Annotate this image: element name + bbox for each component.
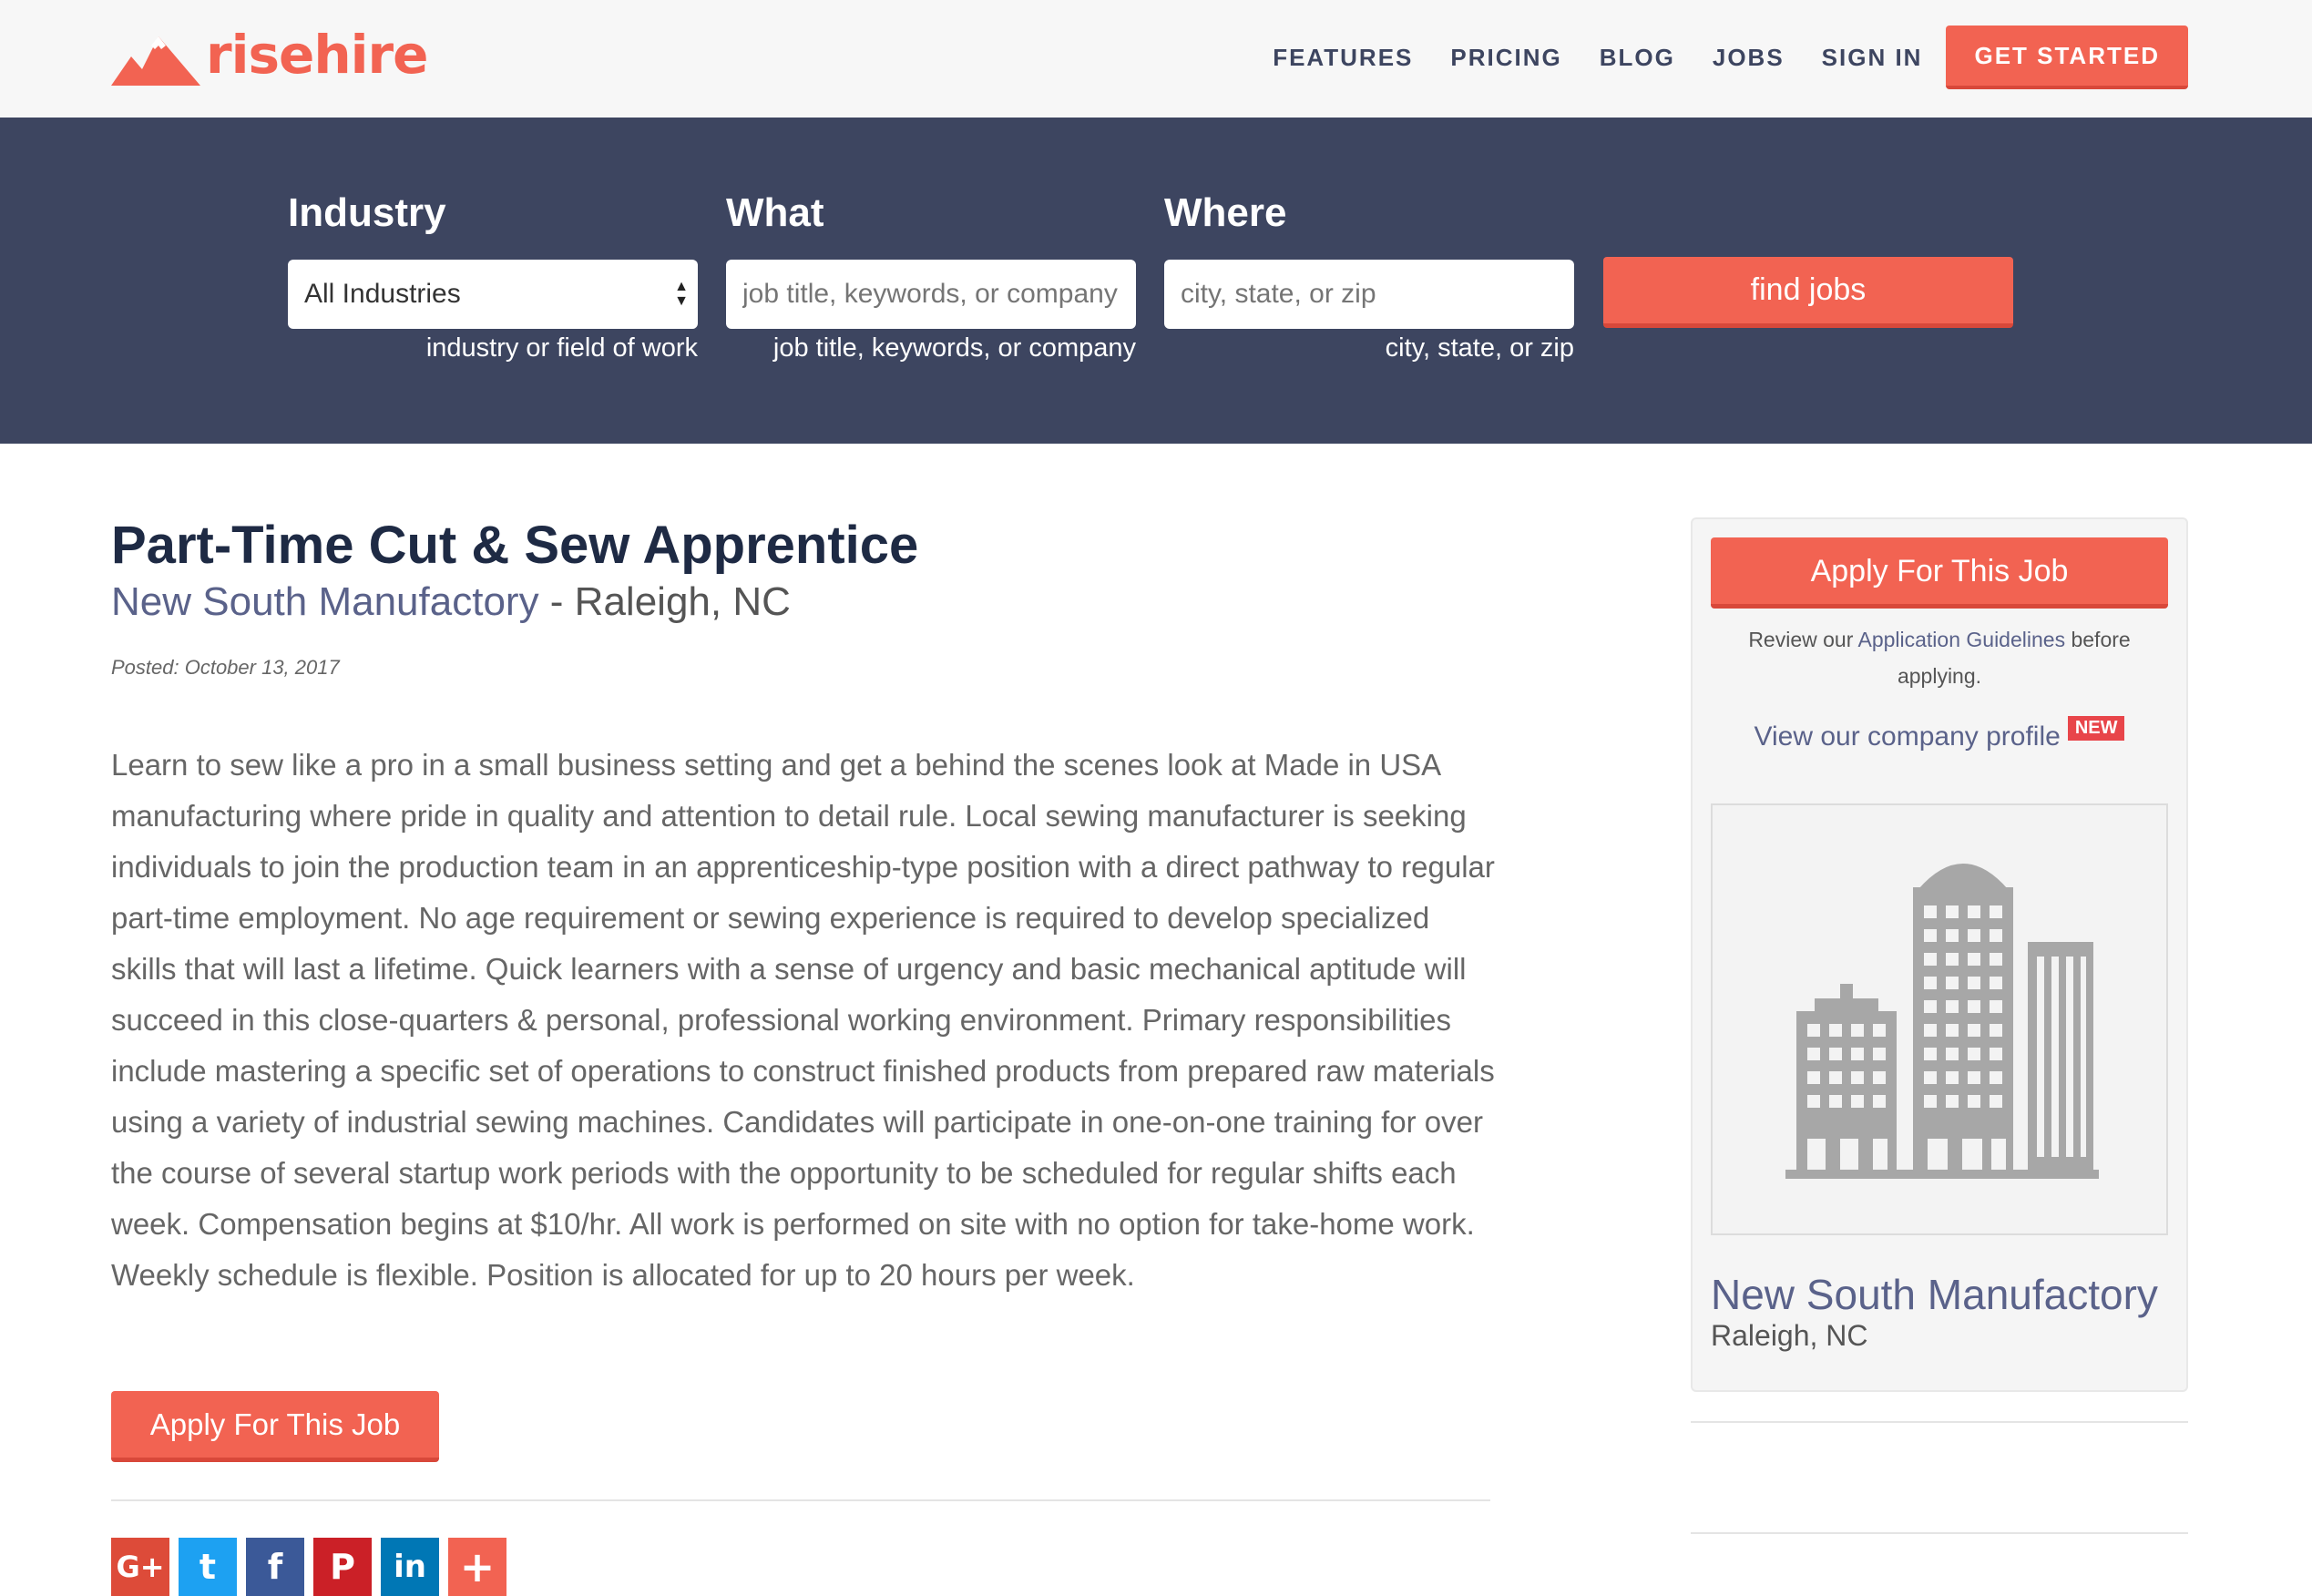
main-nav: FEATURES PRICING BLOG JOBS SIGN IN GET S… (1235, 26, 2188, 89)
apply-button-main[interactable]: Apply For This Job (111, 1391, 439, 1462)
nav-jobs[interactable]: JOBS (1713, 44, 1785, 72)
logo[interactable]: risehire (111, 24, 428, 89)
divider (111, 1499, 1490, 1501)
industry-label: Industry (288, 190, 446, 235)
select-arrows-icon: ▲ ▼ (674, 279, 689, 309)
social-share-bar: G+ t f P in + (111, 1538, 516, 1596)
what-input[interactable] (726, 260, 1136, 329)
find-jobs-button[interactable]: find jobs (1603, 257, 2013, 328)
company-profile-row: View our company profile NEW (1693, 716, 2186, 752)
job-location: Raleigh, NC (574, 579, 791, 624)
posted-date: Posted: October 13, 2017 (111, 656, 340, 679)
search-band: Industry All Industries ▲ ▼ industry or f… (0, 118, 2312, 444)
apply-button-sidebar[interactable]: Apply For This Job (1711, 537, 2168, 609)
nav-sign-in[interactable]: SIGN IN (1822, 44, 1923, 72)
company-profile-link[interactable]: View our company profile (1754, 721, 2061, 752)
share-plus-icon[interactable]: + (448, 1538, 506, 1596)
facebook-icon[interactable]: f (246, 1538, 304, 1596)
industry-hint: industry or field of work (425, 333, 698, 363)
sidebar-divider (1691, 1421, 2188, 1423)
brand-name: risehire (206, 24, 428, 86)
new-badge: NEW (2067, 716, 2125, 741)
job-title: Part-Time Cut & Sew Apprentice (111, 516, 919, 575)
review-guidelines-text: Review our Application Guidelines before… (1711, 621, 2168, 694)
get-started-button[interactable]: GET STARTED (1946, 26, 2188, 89)
company-link[interactable]: New South Manufactory (111, 579, 539, 624)
sidebar-card: Apply For This Job Review our Applicatio… (1691, 517, 2188, 1392)
pinterest-icon[interactable]: P (313, 1538, 372, 1596)
twitter-icon[interactable]: t (179, 1538, 237, 1596)
job-description: Learn to sew like a pro in a small busin… (111, 748, 1495, 1292)
what-hint: job title, keywords, or company (772, 333, 1136, 363)
linkedin-icon[interactable]: in (381, 1538, 439, 1596)
sidebar-company-name[interactable]: New South Manufactory (1711, 1270, 2158, 1319)
nav-blog[interactable]: BLOG (1600, 44, 1675, 72)
review-prefix: Review our (1748, 628, 1858, 651)
where-label: Where (1164, 190, 1287, 235)
sidebar-divider (1691, 1532, 2188, 1534)
nav-features[interactable]: FEATURES (1273, 44, 1413, 72)
google-plus-icon[interactable]: G+ (111, 1538, 169, 1596)
industry-select[interactable]: All Industries ▲ ▼ (288, 260, 698, 329)
job-subtitle: New South Manufactory - Raleigh, NC (111, 579, 791, 625)
application-guidelines-link[interactable]: Application Guidelines (1857, 628, 2065, 651)
what-label: What (726, 190, 824, 235)
industry-select-value: All Industries (304, 279, 461, 309)
nav-pricing[interactable]: PRICING (1450, 44, 1561, 72)
subtitle-separator: - (538, 579, 575, 624)
where-hint: city, state, or zip (1385, 333, 1574, 363)
where-input[interactable] (1164, 260, 1574, 329)
company-logo-placeholder (1711, 803, 2168, 1235)
sidebar-company-location: Raleigh, NC (1711, 1319, 1868, 1352)
site-header: risehire FEATURES PRICING BLOG JOBS SIGN… (0, 0, 2312, 118)
buildings-icon (1785, 864, 2099, 1179)
mountain-logo-icon (111, 36, 200, 86)
